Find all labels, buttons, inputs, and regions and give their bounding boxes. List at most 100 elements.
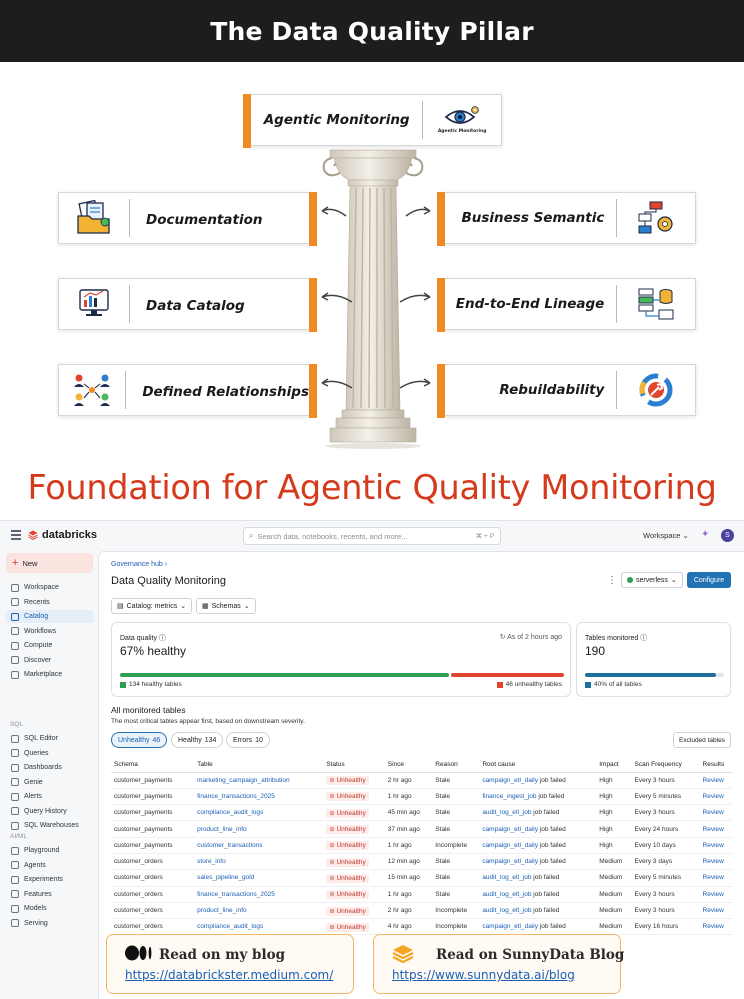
results-cell[interactable]: Review xyxy=(699,837,733,854)
sidebar-item-features[interactable]: Features xyxy=(6,888,94,901)
column-header[interactable]: Schema xyxy=(111,758,195,773)
review-link[interactable]: Review xyxy=(703,891,724,898)
root-cause-link[interactable]: audit_log_etl_job xyxy=(482,907,531,914)
column-header[interactable]: Root cause xyxy=(479,758,597,773)
review-link[interactable]: Review xyxy=(703,858,724,865)
review-link[interactable]: Review xyxy=(703,874,724,881)
menu-icon[interactable] xyxy=(11,530,21,542)
results-cell[interactable]: Review xyxy=(699,869,733,887)
table-row[interactable]: customer_payments finance_transactions_20… xyxy=(111,788,733,806)
table-link[interactable]: compliance_audit_logs xyxy=(197,809,263,816)
table-row[interactable]: customer_orders compliance_audit_logs ⊘ Un… xyxy=(111,918,733,936)
workspace-selector[interactable]: Workspace ⌄ xyxy=(643,531,689,540)
avatar[interactable]: S xyxy=(721,529,734,542)
table-link[interactable]: product_line_info xyxy=(197,907,247,914)
root-cause-link[interactable]: campaign_etl_daily xyxy=(482,826,538,833)
review-link[interactable]: Review xyxy=(703,777,724,784)
sidebar-item-discover[interactable]: Discover xyxy=(6,654,94,667)
review-link[interactable]: Review xyxy=(703,842,724,849)
sidebar-item-recents[interactable]: Recents xyxy=(6,596,94,609)
table-row[interactable]: customer_payments marketing_campaign_attr… xyxy=(111,772,733,789)
sidebar-item-workflows[interactable]: Workflows xyxy=(6,625,94,638)
column-header[interactable]: Scan Frequency xyxy=(631,758,700,773)
excluded-tables-button[interactable]: Excluded tables xyxy=(673,732,731,748)
info-icon[interactable]: ⓘ xyxy=(640,635,647,642)
results-cell[interactable]: Review xyxy=(699,886,733,903)
blog-link[interactable]: https://databrickster.medium.com/ xyxy=(125,968,333,982)
results-cell[interactable]: Review xyxy=(699,918,733,936)
sidebar-item-query-history[interactable]: Query History xyxy=(6,805,94,818)
sidebar-item-sql-editor[interactable]: SQL Editor xyxy=(6,732,94,745)
assistant-sparkle-icon[interactable]: ✦ xyxy=(701,529,709,540)
table-link[interactable]: compliance_audit_logs xyxy=(197,923,263,930)
table-row[interactable]: customer_orders finance_transactions_2025… xyxy=(111,886,733,903)
compute-selector[interactable]: serverless ⌄ xyxy=(621,572,683,588)
root-cause-link[interactable]: campaign_etl_daily xyxy=(482,858,538,865)
table-link[interactable]: finance_transactions_2025 xyxy=(197,891,275,898)
review-link[interactable]: Review xyxy=(703,793,724,800)
column-header[interactable]: Status xyxy=(323,758,385,773)
table-link[interactable]: sales_pipeline_gold xyxy=(197,874,254,881)
sidebar-item-compute[interactable]: Compute xyxy=(6,639,94,652)
sidebar-item-playground[interactable]: Playground xyxy=(6,844,94,857)
refresh-icon[interactable]: ↻ xyxy=(500,634,506,641)
table-row[interactable]: customer_orders store_info ⊘ Unhealthy 12 m… xyxy=(111,853,733,871)
table-cell[interactable]: marketing_campaign_attribution xyxy=(194,772,324,789)
sunnydata-blog-card[interactable]: Read on SunnyData Blog https://www.sunny… xyxy=(373,934,624,994)
schemas-filter[interactable]: ▦ Schemas ⌄ xyxy=(196,598,256,614)
sidebar-item-alerts[interactable]: Alerts xyxy=(6,790,94,803)
filter-pill-unhealthy[interactable]: Unhealthy 46 xyxy=(111,732,168,748)
table-link[interactable]: marketing_campaign_attribution xyxy=(197,777,290,784)
results-cell[interactable]: Review xyxy=(699,804,733,822)
table-cell[interactable]: product_line_info xyxy=(194,902,324,920)
results-cell[interactable]: Review xyxy=(699,902,733,920)
table-link[interactable]: customer_transactions xyxy=(197,842,262,849)
sidebar-item-experiments[interactable]: Experiments xyxy=(6,873,94,886)
column-header[interactable]: Table xyxy=(194,758,324,773)
table-row[interactable]: customer_orders sales_pipeline_gold ⊘ Unhe… xyxy=(111,869,733,887)
sidebar-item-agents[interactable]: Agents xyxy=(6,859,94,872)
sidebar-item-workspace[interactable]: Workspace xyxy=(6,581,94,594)
table-cell[interactable]: finance_transactions_2025 xyxy=(194,886,324,903)
table-link[interactable]: finance_transactions_2025 xyxy=(197,793,275,800)
databricks-logo[interactable]: databricks xyxy=(28,529,97,541)
table-cell[interactable]: sales_pipeline_gold xyxy=(194,869,324,887)
review-link[interactable]: Review xyxy=(703,923,724,930)
filter-pill-healthy[interactable]: Healthy 134 xyxy=(171,732,224,748)
sidebar-item-catalog[interactable]: Catalog xyxy=(6,610,94,623)
more-options-icon[interactable]: ⋮ xyxy=(607,575,617,586)
root-cause-link[interactable]: audit_log_etl_job xyxy=(482,891,531,898)
review-link[interactable]: Review xyxy=(703,907,724,914)
configure-button[interactable]: Configure xyxy=(687,572,731,588)
table-row[interactable]: customer_orders product_line_info ⊘ Unheal… xyxy=(111,902,733,920)
table-link[interactable]: store_info xyxy=(197,858,226,865)
sidebar-item-dashboards[interactable]: Dashboards xyxy=(6,761,94,774)
root-cause-link[interactable]: audit_log_etl_job xyxy=(482,809,531,816)
table-row[interactable]: customer_payments compliance_audit_logs ⊘ … xyxy=(111,804,733,822)
table-cell[interactable]: store_info xyxy=(194,853,324,871)
review-link[interactable]: Review xyxy=(703,826,724,833)
table-cell[interactable]: finance_transactions_2025 xyxy=(194,788,324,806)
root-cause-link[interactable]: campaign_etl_daily xyxy=(482,777,538,784)
table-cell[interactable]: compliance_audit_logs xyxy=(194,918,324,936)
results-cell[interactable]: Review xyxy=(699,788,733,806)
column-header[interactable]: Since xyxy=(384,758,433,773)
table-link[interactable]: product_line_info xyxy=(197,826,247,833)
results-cell[interactable]: Review xyxy=(699,772,733,789)
catalog-filter[interactable]: ▤ Catalog: metrics ⌄ xyxy=(111,598,193,614)
root-cause-link[interactable]: audit_log_etl_job xyxy=(482,874,531,881)
root-cause-link[interactable]: campaign_etl_daily xyxy=(482,923,538,930)
new-button[interactable]: + New xyxy=(6,553,93,573)
sidebar-item-sql-warehouses[interactable]: SQL Warehouses xyxy=(6,819,94,832)
sidebar-item-serving[interactable]: Serving xyxy=(6,917,94,930)
root-cause-link[interactable]: campaign_etl_daily xyxy=(482,842,538,849)
search-input[interactable]: ⌕ Search data, notebooks, recents, and m… xyxy=(243,527,501,545)
table-row[interactable]: customer_payments product_line_info ⊘ Unhe… xyxy=(111,820,733,838)
medium-blog-card[interactable]: Read on my blog https://databrickster.me… xyxy=(106,934,354,994)
sidebar-item-models[interactable]: Models xyxy=(6,902,94,915)
column-header[interactable]: Reason xyxy=(432,758,480,773)
table-cell[interactable]: compliance_audit_logs xyxy=(194,804,324,822)
breadcrumb[interactable]: Governance hub › xyxy=(111,561,167,568)
results-cell[interactable]: Review xyxy=(699,820,733,838)
filter-pill-errors[interactable]: Errors 10 xyxy=(226,732,270,748)
